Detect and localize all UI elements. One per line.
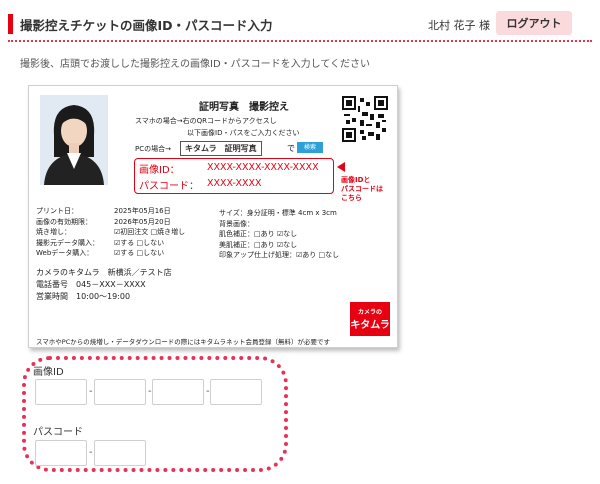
ticket-right-info: サイズ：身分証明・標準 4cm x 3cm 背景画像： 肌色補正：□あり ☑なし…	[219, 208, 339, 261]
image-id-input-4[interactable]	[210, 379, 262, 405]
user-name: 北村 花子 様	[428, 19, 490, 32]
ticket-smartphone-instruction-2: 以下画像ID・パスをご入力ください	[187, 129, 300, 137]
instruction-text: 撮影後、店頭でお渡しした撮影控えの画像ID・パスコードを入力してください	[20, 59, 371, 70]
info-row: サイズ：身分証明・標準 4cm x 3cm	[219, 209, 337, 217]
ticket-pc-search-box: キタムラ 証明写真	[180, 141, 262, 156]
ticket-pc-de: で	[287, 144, 295, 153]
passcode-input-2[interactable]	[94, 440, 146, 466]
info-row: 焼き増し： ☑初回注文 □焼き増し	[36, 228, 186, 236]
arrow-note-line-3: こちら	[341, 194, 362, 202]
logo-small-text: カメラの	[357, 309, 382, 316]
image-id-input-2[interactable]	[94, 379, 146, 405]
store-hours: 営業時間 10:00～19:00	[36, 292, 131, 301]
info-row: 背景画像：	[219, 219, 254, 228]
store-phone: 電話番号 045－XXX－XXXX	[36, 280, 146, 289]
header-accent-bar	[8, 14, 13, 34]
ticket-sample-image: 証明写真 撮影控え スマホの場合→右のQRコードからアクセスし 以下画像ID・パ…	[28, 85, 398, 348]
image-id-label: 画像ID	[33, 367, 64, 378]
passcode-separator: -	[89, 447, 93, 458]
info-row: プリント日： 2025年05月16日	[36, 207, 171, 215]
ticket-footer-note: スマホやPCからの焼増し・データダウンロードの際にはキタムラネット会員登録（無料…	[36, 338, 330, 346]
ticket-smartphone-instruction: スマホの場合→右のQRコードからアクセスし	[135, 117, 277, 125]
ticket-arrow-note: 画像IDと パスコードは こちら	[341, 176, 383, 203]
logout-button[interactable]: ログアウト	[496, 11, 572, 35]
info-row: 肌色補正：□あり ☑なし	[219, 230, 298, 238]
ticket-passcode-label: パスコード：	[139, 181, 199, 192]
passcode-label: パスコード	[33, 427, 83, 438]
ticket-store-info: カメラのキタムラ 新横浜／テスト店 電話番号 045－XXX－XXXX 営業時間…	[36, 267, 172, 303]
page-header: 撮影控えチケットの画像ID・パスコード入力 北村 花子 様 ログアウト	[0, 0, 600, 44]
header-divider	[8, 40, 592, 42]
image-id-input-1[interactable]	[35, 379, 87, 405]
arrow-note-line-2: パスコードは	[341, 185, 383, 193]
ticket-image-id-label: 画像ID：	[139, 165, 180, 176]
ticket-image-id-value: XXXX-XXXX-XXXX-XXXX	[207, 162, 319, 173]
image-id-separator: -	[89, 386, 93, 397]
arrow-note-line-1: 画像IDと	[341, 176, 371, 184]
ticket-left-info: プリント日： 2025年05月16日 画像の有効期限： 2026年05月20日 焼き…	[36, 206, 185, 259]
kitamura-logo: カメラの キタムラ	[350, 302, 390, 336]
store-name: カメラのキタムラ 新横浜／テスト店	[36, 268, 172, 277]
info-row: 美肌補正：□あり ☑なし	[219, 240, 298, 249]
ticket-passcode-value: XXXX-XXXX	[207, 178, 262, 189]
info-row: Webデータ購入： ☑する □しない	[36, 249, 165, 257]
info-row: 画像の有効期限： 2026年05月20日	[36, 217, 171, 226]
info-row: 撮影元データ購入： ☑する □しない	[36, 238, 165, 247]
page-title: 撮影控えチケットの画像ID・パスコード入力	[20, 18, 273, 33]
info-row: 印象アップ仕上げ処理：☑あり □なし	[219, 251, 340, 259]
ticket-search-button: 検索	[297, 142, 323, 153]
ticket-pc-label: PCの場合→	[135, 145, 171, 153]
logo-large-text: キタムラ	[350, 320, 390, 331]
passcode-input-1[interactable]	[35, 440, 87, 466]
image-id-input-3[interactable]	[152, 379, 204, 405]
arrow-left-icon	[337, 162, 345, 172]
qr-code-icon	[342, 96, 388, 142]
